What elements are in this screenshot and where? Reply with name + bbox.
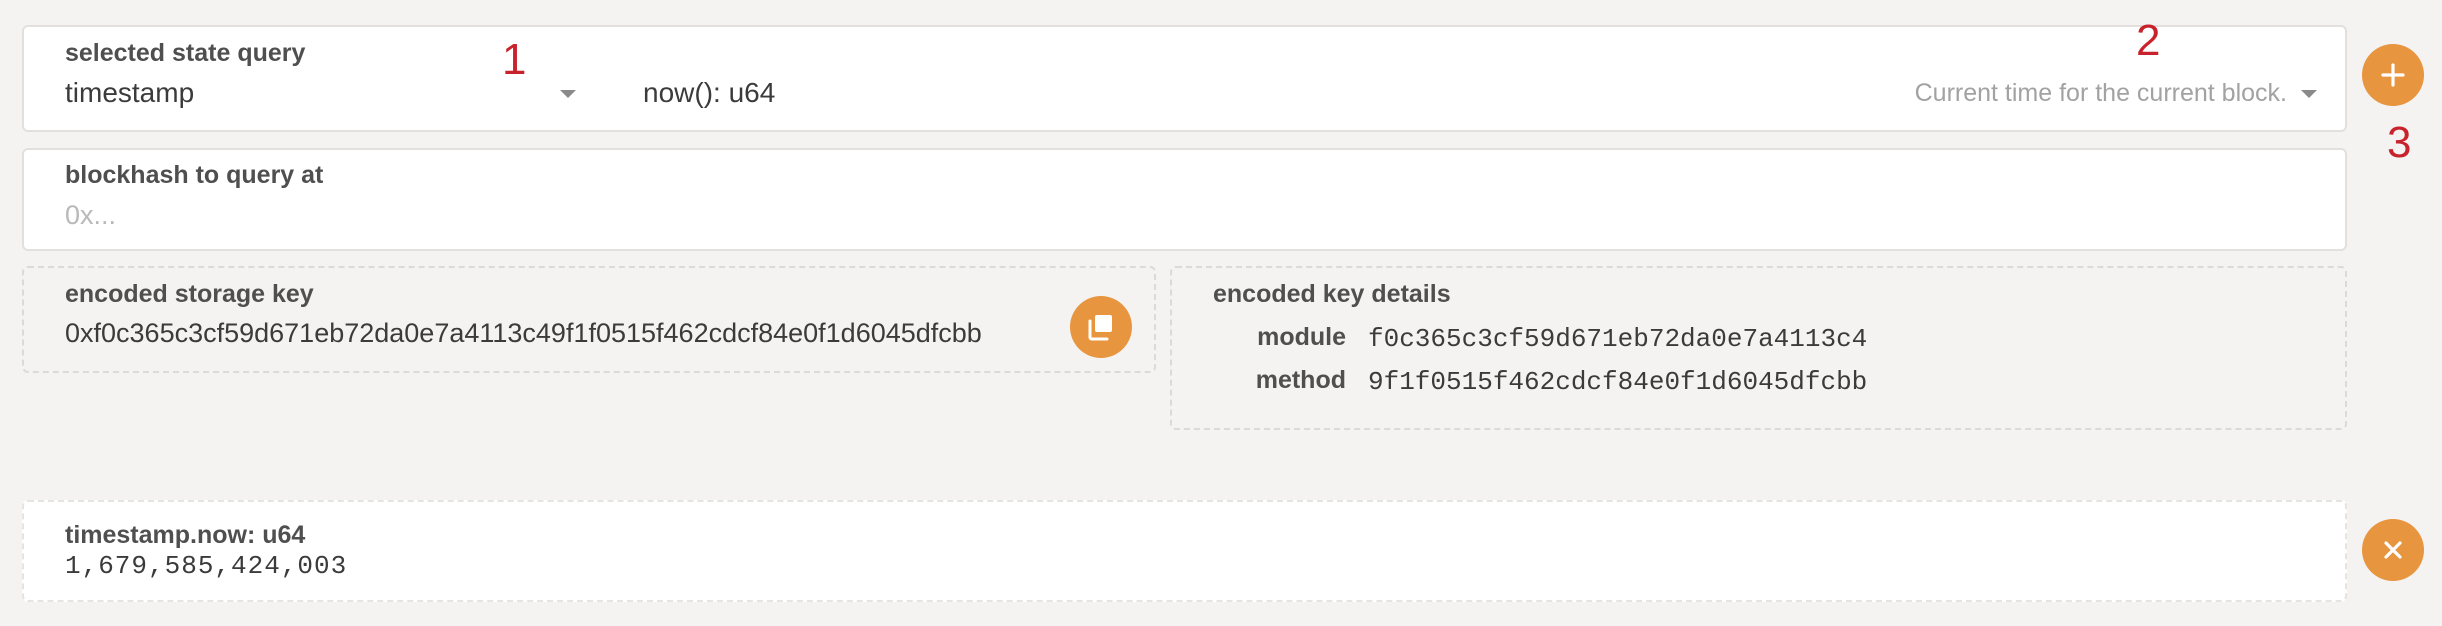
annotation-1: 1	[502, 35, 527, 84]
copy-icon	[1088, 315, 1112, 341]
query-result-label: timestamp.now: u64	[65, 521, 306, 549]
blockhash-label: blockhash to query at	[65, 161, 324, 189]
chevron-down-icon	[560, 90, 576, 98]
module-key-label: module	[1257, 323, 1346, 351]
module-key-value: f0c365c3cf59d671eb72da0e7a4113c4	[1368, 324, 1868, 354]
state-query-label: selected state query	[65, 39, 306, 67]
method-key-label: method	[1255, 366, 1346, 394]
copy-button[interactable]	[1070, 296, 1132, 358]
method-doc-hint: Current time for the current block.	[1914, 79, 2287, 107]
method-select[interactable]: now(): u64 Current time for the current …	[600, 70, 2330, 126]
encoded-storage-key-value: 0xf0c365c3cf59d671eb72da0e7a4113c49f1f05…	[65, 318, 982, 348]
encoded-storage-key-clip: 0xf0c365c3cf59d671eb72da0e7a4113c49f1f05…	[65, 318, 1075, 358]
blockhash-input[interactable]: 0x...	[65, 200, 116, 231]
remove-result-button[interactable]	[2362, 519, 2424, 581]
method-key-value: 9f1f0515f462cdcf84e0f1d6045dfcbb	[1368, 367, 1868, 397]
plus-icon	[2381, 63, 2405, 87]
chevron-down-icon	[2301, 90, 2317, 98]
close-icon	[2384, 541, 2402, 559]
query-result-value: 1,679,585,424,003	[65, 551, 348, 581]
encoded-key-details-label: encoded key details	[1213, 280, 1451, 308]
query-result-box	[22, 500, 2347, 602]
encoded-storage-key-label: encoded storage key	[65, 280, 314, 308]
add-query-button[interactable]	[2362, 44, 2424, 106]
blockhash-input-box[interactable]	[22, 148, 2347, 251]
annotation-3: 3	[2387, 118, 2412, 167]
method-signature: now(): u64	[643, 77, 776, 108]
module-select-value: timestamp	[65, 77, 195, 108]
annotation-2: 2	[2136, 16, 2161, 65]
